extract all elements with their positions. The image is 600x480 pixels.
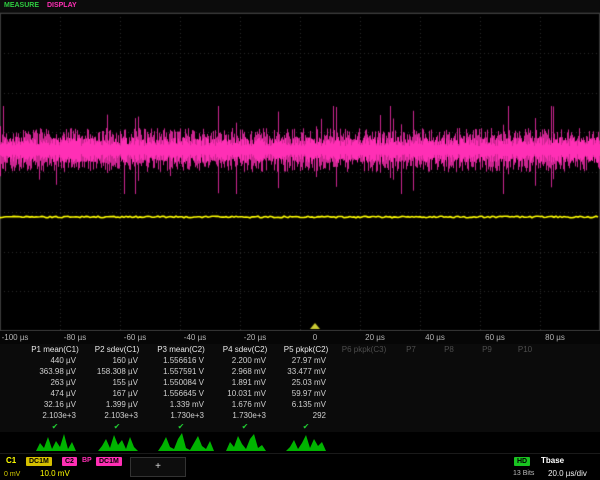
axis-label: -100 µs (2, 333, 29, 342)
measure-status-check: ✔ (24, 422, 86, 431)
oscilloscope-screen: MEASURE DISPLAY -100 µs -80 µs -60 µs -40 µ… (0, 0, 600, 480)
timebase-label[interactable]: Tbase (541, 456, 564, 465)
adc-bits-label: 13 Bits (513, 470, 534, 477)
measure-value: 1.891 mV (214, 378, 276, 387)
measure-value: 2.103e+3 (24, 411, 86, 420)
measure-value: 363.98 µV (24, 367, 86, 376)
axis-label: -20 µs (244, 333, 266, 342)
measure-value: 1.339 mV (148, 400, 214, 409)
measure-value: 1.676 mV (214, 400, 276, 409)
measure-header[interactable]: P4 sdev(C2) (214, 345, 276, 354)
measure-value: 6.135 mV (276, 400, 336, 409)
axis-label: 20 µs (365, 333, 385, 342)
c2-coupling-badge[interactable]: DC1M (96, 457, 122, 466)
menu-bar: MEASURE DISPLAY (0, 0, 600, 13)
measure-value: 1.399 µV (86, 400, 148, 409)
c2-channel-chip[interactable]: C2 (62, 457, 77, 466)
measure-header[interactable]: P9 (468, 345, 506, 354)
measure-header[interactable]: P5 pkpk(C2) (276, 345, 336, 354)
measure-value: 59.97 mV (276, 389, 336, 398)
time-axis: -100 µs -80 µs -60 µs -40 µs -20 µs 0 20 µs 40 … (0, 331, 600, 344)
measure-status-check: ✔ (86, 422, 148, 431)
measure-value: 440 µV (24, 356, 86, 365)
measure-header[interactable]: P7 (392, 345, 430, 354)
measure-value: 292 (276, 411, 336, 420)
measure-value: 474 µV (24, 389, 86, 398)
c1-offset-value: 0 mV (4, 471, 20, 478)
measure-value: 1.556645 V (148, 389, 214, 398)
measure-header[interactable]: P10 (506, 345, 544, 354)
measurement-histicons (0, 431, 600, 452)
axis-label: -80 µs (64, 333, 86, 342)
axis-label: 0 (313, 333, 317, 342)
measure-value: 25.03 mV (276, 378, 336, 387)
axis-label: -40 µs (184, 333, 206, 342)
measure-value: 32.16 µV (24, 400, 86, 409)
channel-descriptor-bar: C1 DC1M C2 BP DC1M + 0 mV 10.0 mV HD Tba… (0, 453, 600, 480)
c2-bandpass-label: BP (82, 457, 92, 464)
add-trace-button[interactable]: + (130, 457, 186, 477)
c1-channel-label[interactable]: C1 (6, 456, 16, 465)
axis-label: 60 µs (485, 333, 505, 342)
measure-header[interactable]: P1 mean(C1) (24, 345, 86, 354)
measure-value: 1.730e+3 (214, 411, 276, 420)
measure-value: 2.200 mV (214, 356, 276, 365)
axis-label: 40 µs (425, 333, 445, 342)
timebase-scale-value: 20.0 µs/div (548, 469, 600, 478)
measure-value: 1.550084 V (148, 378, 214, 387)
measure-value: 1.557591 V (148, 367, 214, 376)
measure-value: 1.730e+3 (148, 411, 214, 420)
measure-value: 263 µV (24, 378, 86, 387)
measure-value: 33.477 mV (276, 367, 336, 376)
axis-label: 80 µs (545, 333, 565, 342)
histicon[interactable] (158, 431, 214, 451)
measure-header[interactable]: P3 mean(C2) (148, 345, 214, 354)
histicon[interactable] (286, 431, 326, 451)
c1-coupling-badge[interactable]: DC1M (26, 457, 52, 466)
measure-value: 158.308 µV (86, 367, 148, 376)
measure-value: 27.97 mV (276, 356, 336, 365)
measure-header[interactable]: P8 (430, 345, 468, 354)
measure-status-check: ✔ (276, 422, 336, 431)
waveform-display[interactable] (0, 13, 600, 331)
measure-value: 10.031 mV (214, 389, 276, 398)
axis-label: -60 µs (124, 333, 146, 342)
measure-value: 2.968 mV (214, 367, 276, 376)
menu-item-display[interactable]: DISPLAY (47, 2, 77, 9)
measure-value: 1.556616 V (148, 356, 214, 365)
menu-item-measure[interactable]: MEASURE (4, 2, 39, 9)
measurement-table: P1 mean(C1)P2 sdev(C1)P3 mean(C2)P4 sdev… (0, 344, 600, 432)
measure-value: 167 µV (86, 389, 148, 398)
histicon[interactable] (36, 431, 76, 451)
measure-header[interactable]: P6 pkpk(C3) (336, 345, 392, 354)
plus-icon: + (155, 461, 161, 472)
measure-value: 160 µV (86, 356, 148, 365)
histicon[interactable] (98, 431, 138, 451)
hd-mode-badge: HD (514, 457, 530, 466)
measure-status-check: ✔ (148, 422, 214, 431)
measure-status-check: ✔ (214, 422, 276, 431)
measure-header[interactable]: P2 sdev(C1) (86, 345, 148, 354)
histicon[interactable] (226, 431, 266, 451)
measure-value: 155 µV (86, 378, 148, 387)
measure-value: 2.103e+3 (86, 411, 148, 420)
c1-scale-value: 10.0 mV (40, 469, 70, 478)
